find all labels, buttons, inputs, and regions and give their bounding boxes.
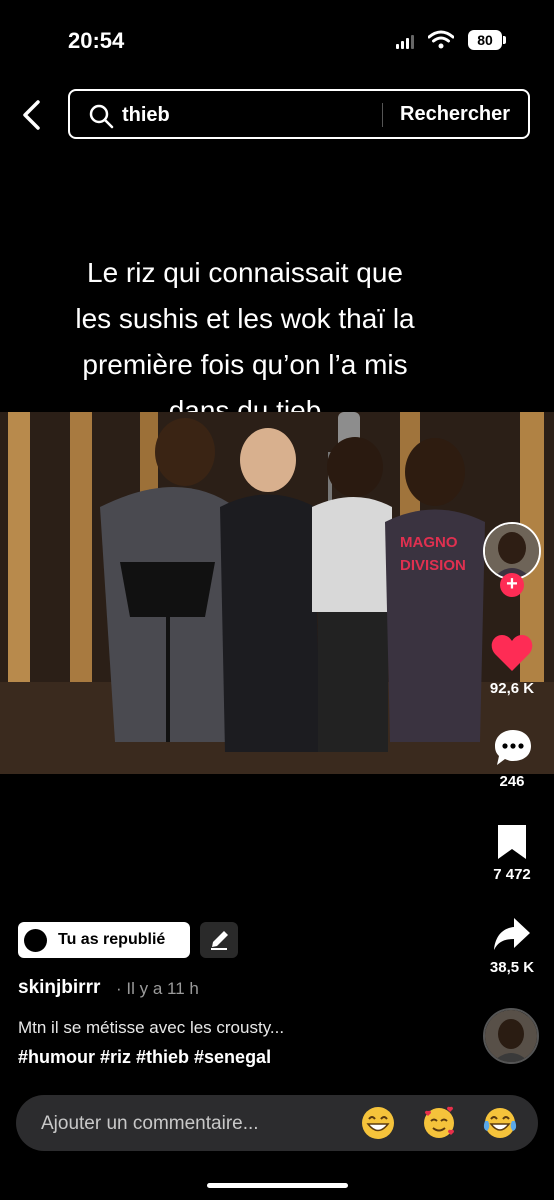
tears-of-joy-emoji-icon[interactable]: [482, 1105, 518, 1141]
video-player[interactable]: MAGNO DIVISION: [0, 412, 554, 774]
caption-line: Le riz qui connaissait que: [87, 257, 403, 288]
save-count: 7 472: [493, 866, 531, 883]
caption-line: les sushis et les wok thaï la: [75, 303, 415, 334]
sound-disc-avatar[interactable]: [483, 1008, 539, 1064]
sound-disc-image: [485, 1010, 537, 1062]
repost-label: Tu as republié: [58, 931, 166, 948]
smiling-hearts-emoji-icon[interactable]: [421, 1105, 457, 1141]
edit-button[interactable]: [200, 922, 238, 958]
pencil-icon: [211, 931, 228, 950]
creator-avatar[interactable]: [483, 522, 541, 580]
home-indicator[interactable]: [207, 1183, 348, 1188]
chevron-left-icon[interactable]: [18, 98, 46, 132]
comment-bubble-icon[interactable]: [492, 727, 534, 769]
status-time: 20:54: [68, 28, 125, 53]
repost-avatar: [24, 929, 47, 952]
caption-line: première fois qu’on l’a mis: [82, 349, 408, 380]
post-description[interactable]: Mtn il se métisse avec les crousty...: [18, 1018, 284, 1038]
share-arrow-icon[interactable]: [492, 915, 532, 953]
heart-icon[interactable]: [490, 633, 534, 673]
search-bar[interactable]: thieb Rechercher: [68, 89, 530, 139]
comment-input[interactable]: Ajouter un commentaire...: [41, 1113, 259, 1135]
follow-plus-icon[interactable]: +: [500, 573, 524, 597]
avatar-image: [485, 524, 539, 578]
search-button[interactable]: Rechercher: [400, 103, 510, 126]
search-icon: [89, 104, 114, 129]
comment-count: 246: [499, 773, 525, 790]
search-input[interactable]: thieb: [122, 104, 170, 127]
shirt-print-line2: DIVISION: [400, 557, 466, 574]
post-time-ago: · Il y a 11 h: [116, 979, 199, 998]
battery-tip: [503, 36, 506, 44]
post-hashtags[interactable]: #humour #riz #thieb #senegal: [18, 1047, 271, 1068]
grinning-emoji-icon[interactable]: [360, 1105, 396, 1141]
cellular-signal-icon: [396, 33, 416, 49]
like-count: 92,6 K: [489, 680, 535, 697]
repost-badge[interactable]: Tu as republié: [18, 922, 190, 958]
search-divider: [382, 103, 383, 127]
battery-indicator: 80: [468, 30, 502, 50]
wifi-icon: [428, 30, 454, 49]
comment-input-bar[interactable]: Ajouter un commentaire...: [16, 1095, 538, 1151]
share-count: 38,5 K: [489, 959, 535, 976]
video-frame-image: MAGNO DIVISION: [0, 412, 554, 774]
video-caption: Le riz qui connaissait que les sushis et…: [0, 250, 490, 434]
bookmark-icon[interactable]: [496, 823, 528, 861]
post-username[interactable]: skinjbirrr: [18, 977, 100, 999]
shirt-print-line1: MAGNO: [400, 534, 458, 551]
